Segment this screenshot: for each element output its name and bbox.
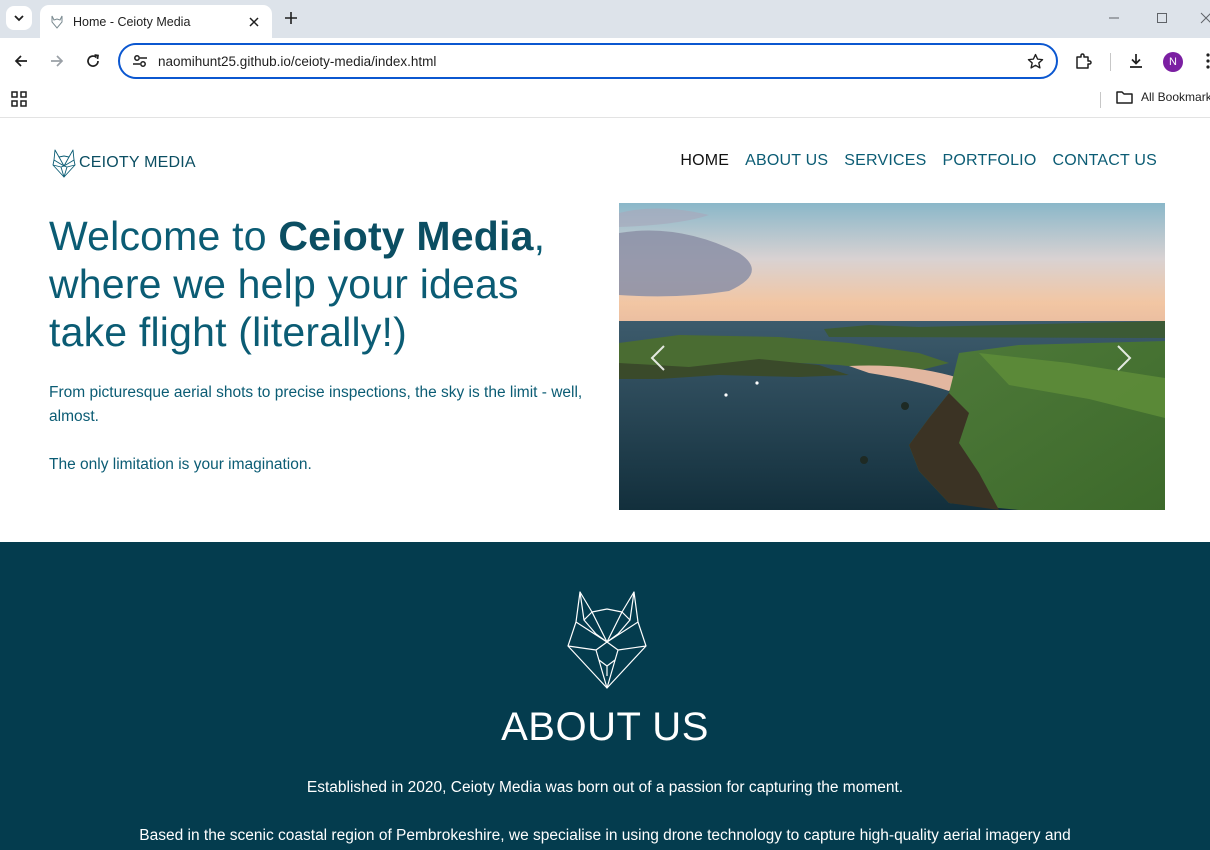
coastline-photo [619,203,1165,510]
all-bookmarks-label: All Bookmarks [1141,90,1210,104]
hero-title-prefix: Welcome to [49,213,279,259]
about-heading: ABOUT US [501,705,709,749]
toolbar-divider [1110,53,1111,71]
all-bookmarks-button[interactable]: All Bookmarks [1116,90,1210,104]
nav-about-us[interactable]: ABOUT US [745,152,828,170]
web-page: CEIOTY MEDIA HOME ABOUT US SERVICES PORT… [0,119,1210,850]
hero-title: Welcome to Ceioty Media, where we help y… [49,212,589,356]
bookmarks-bar: All Bookmarks [0,84,1210,118]
plus-icon [285,12,297,24]
nav-home[interactable]: HOME [680,152,729,170]
tab-close-button[interactable] [246,14,262,30]
maximize-icon [1157,13,1167,23]
bookmarks-divider [1100,92,1101,108]
reload-icon [87,54,99,67]
apps-grid-icon[interactable] [10,90,28,108]
hero-paragraph-1: From picturesque aerial shots to precise… [49,384,583,425]
reload-button[interactable] [81,49,105,73]
folder-icon [1116,91,1133,104]
nav-services[interactable]: SERVICES [844,152,926,170]
arrow-right-icon [51,55,64,67]
hero-paragraph-2: The only limitation is your imagination. [49,456,312,473]
nav-portfolio[interactable]: PORTFOLIO [943,152,1037,170]
about-paragraph-1: Established in 2020, Ceioty Media was bo… [306,779,904,796]
hero-title-brand: Ceioty Media [278,213,534,259]
new-tab-button[interactable] [280,7,302,29]
more-vert-icon [1206,53,1210,69]
tune-icon [133,55,147,67]
maximize-button[interactable] [1152,8,1172,28]
wolf-favicon-icon [51,15,63,29]
extensions-button[interactable] [1071,49,1095,73]
tab-title: Home - Ceioty Media [73,14,191,29]
site-info-button[interactable] [130,51,150,71]
close-icon [249,16,259,27]
chevron-right-icon [1117,345,1132,371]
brand-name: CEIOTY MEDIA [79,154,196,171]
forward-button[interactable] [45,49,69,73]
profile-avatar[interactable]: N [1163,52,1183,72]
main-nav: HOME ABOUT US SERVICES PORTFOLIO CONTACT… [680,152,1157,170]
close-icon [1200,12,1210,24]
about-paragraph-2: Based in the scenic coastal region of Pe… [139,827,1071,844]
menu-button[interactable] [1196,49,1210,73]
hero-carousel [619,203,1165,510]
carousel-prev-button[interactable] [643,338,673,378]
nav-contact-us[interactable]: CONTACT US [1052,152,1157,170]
star-icon [1027,53,1043,69]
wolf-logo-icon [52,149,76,178]
address-bar[interactable]: naomihunt25.github.io/ceioty-media/index… [118,43,1058,79]
chevron-left-icon [650,345,665,371]
arrow-left-icon [14,55,27,67]
about-section: ABOUT US Established in 2020, Ceioty Med… [0,542,1210,850]
chevron-down-icon [14,15,24,22]
download-icon [1130,54,1142,68]
window-close-button[interactable] [1196,8,1210,28]
minimize-icon [1109,17,1119,19]
minimize-button[interactable] [1104,8,1124,28]
wolf-logo-icon [567,591,647,689]
brand-link[interactable]: CEIOTY MEDIA [51,148,196,178]
bookmark-star-button[interactable] [1024,50,1046,72]
downloads-button[interactable] [1124,49,1148,73]
browser-toolbar: naomihunt25.github.io/ceioty-media/index… [0,38,1210,84]
active-tab[interactable]: Home - Ceioty Media [40,5,272,38]
carousel-next-button[interactable] [1109,338,1139,378]
puzzle-icon [1076,53,1092,69]
tab-search-button[interactable] [6,6,32,30]
tab-strip: Home - Ceioty Media [0,0,1210,38]
url-text[interactable]: naomihunt25.github.io/ceioty-media/index… [158,54,1024,69]
back-button[interactable] [9,49,33,73]
